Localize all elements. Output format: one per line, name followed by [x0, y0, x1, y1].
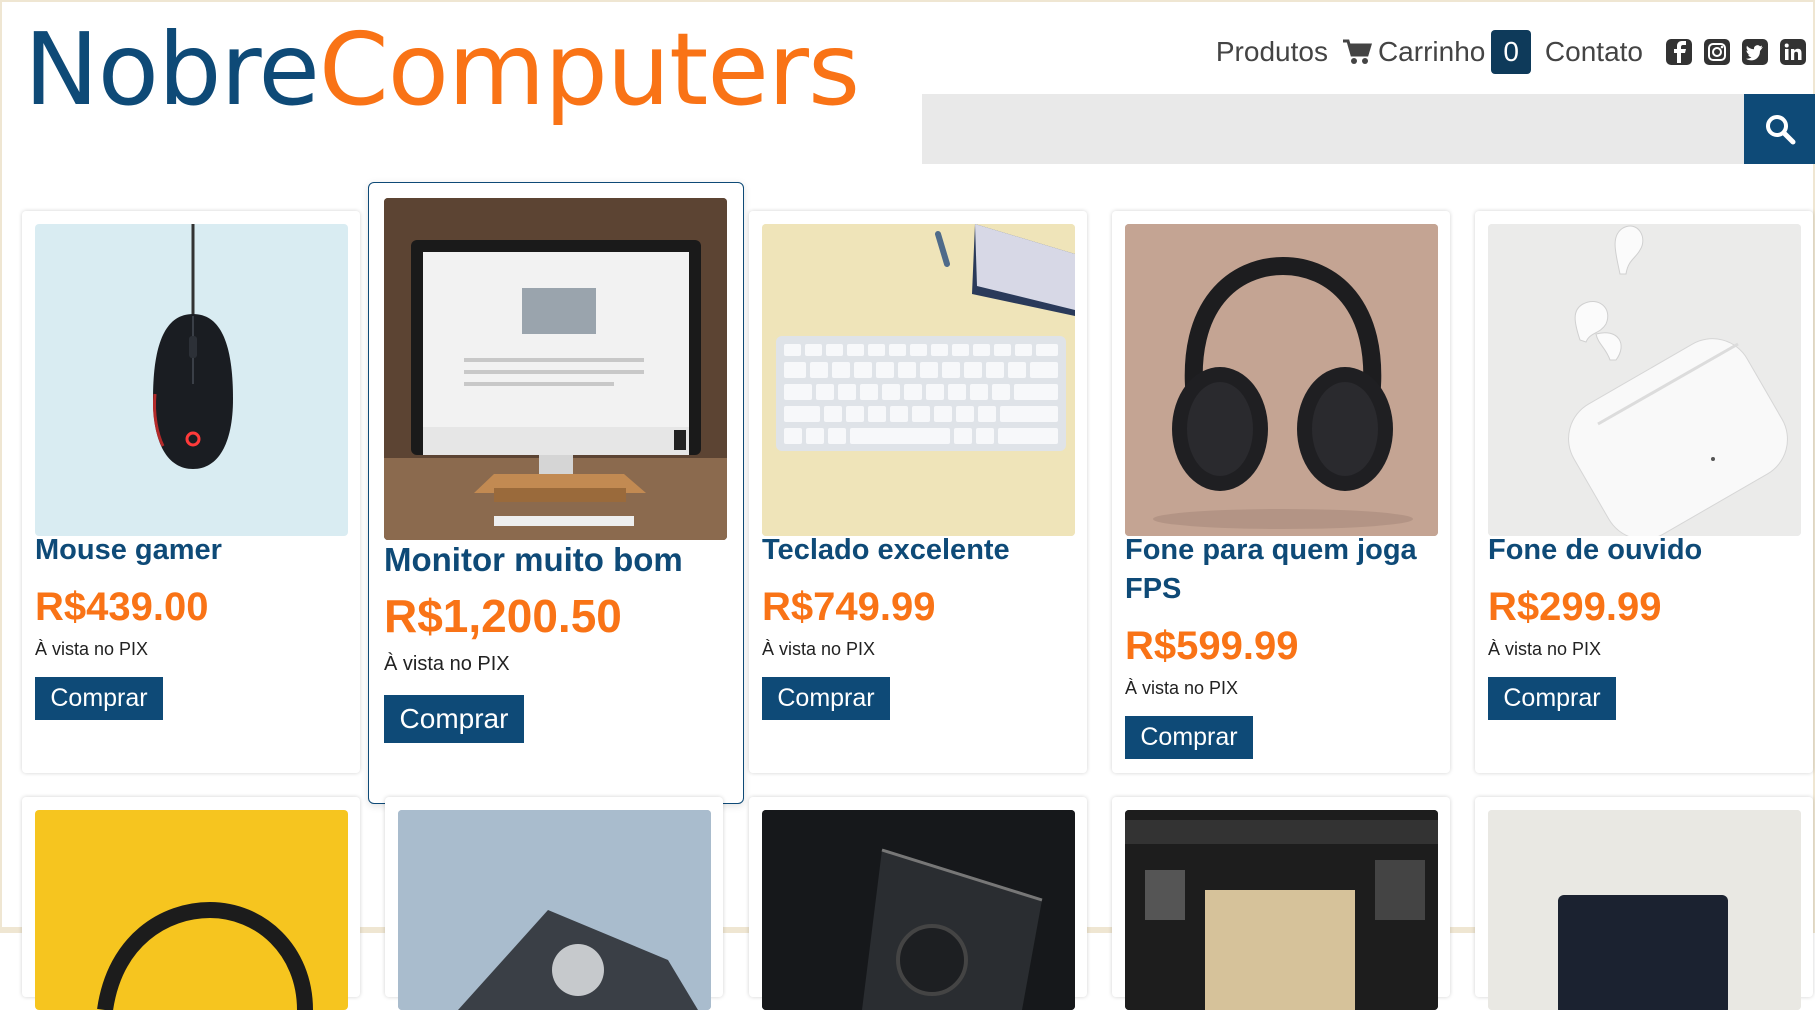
nav-products-link[interactable]: Produtos — [1216, 36, 1328, 68]
instagram-icon[interactable] — [1703, 38, 1731, 66]
product-image[interactable] — [1125, 810, 1438, 1010]
logo-part-computers: Computers — [318, 11, 860, 128]
nav-contact-link[interactable]: Contato — [1545, 36, 1643, 68]
search-button[interactable] — [1744, 94, 1815, 164]
product-name[interactable]: Fone de ouvido — [1488, 531, 1806, 570]
product-name[interactable]: Monitor muito bom — [384, 538, 734, 582]
payment-note: À vista no PIX — [1488, 639, 1602, 659]
payment-note: À vista no PIX — [1125, 678, 1239, 698]
product-card — [22, 797, 360, 1010]
product-price: R$439.00 — [35, 585, 209, 629]
product-image[interactable] — [762, 810, 1075, 1010]
buy-button[interactable]: Comprar — [384, 695, 524, 743]
search-input[interactable] — [922, 94, 1744, 164]
cart-icon — [1342, 38, 1372, 66]
twitter-icon[interactable] — [1741, 38, 1769, 66]
product-image-earbuds[interactable] — [1488, 224, 1801, 536]
facebook-icon[interactable] — [1665, 38, 1693, 66]
nav-cart-link[interactable]: Carrinho 0 — [1342, 30, 1531, 74]
linkedin-icon[interactable] — [1779, 38, 1807, 66]
product-card — [749, 797, 1087, 1010]
payment-note: À vista no PIX — [384, 653, 510, 675]
product-name[interactable]: Mouse gamer — [35, 531, 353, 570]
buy-button[interactable]: Comprar — [1488, 677, 1616, 720]
product-image-mouse[interactable] — [35, 224, 348, 536]
product-name[interactable]: Teclado excelente — [762, 531, 1080, 570]
buy-button[interactable]: Comprar — [762, 677, 890, 720]
buy-button[interactable]: Comprar — [1125, 716, 1253, 759]
cart-label: Carrinho — [1377, 36, 1486, 67]
product-image-headphones[interactable] — [1125, 224, 1438, 536]
product-card: Mouse gamer R$439.00 À vista no PIX Comp… — [22, 211, 360, 773]
top-nav: Produtos Carrinho 0 Contato — [1216, 30, 1807, 74]
product-price: R$599.99 — [1125, 624, 1299, 668]
logo-part-nobre: Nobre — [24, 11, 320, 128]
payment-note: À vista no PIX — [35, 639, 149, 659]
product-card — [385, 797, 723, 1010]
product-card: Teclado excelente R$749.99 À vista no PI… — [749, 211, 1087, 773]
product-image[interactable] — [35, 810, 348, 1010]
site-logo[interactable]: NobreComputers — [24, 20, 860, 120]
product-image[interactable] — [398, 810, 711, 1010]
product-image-monitor[interactable] — [384, 198, 727, 540]
product-card-featured: Monitor muito bom R$1,200.50 À vista no … — [368, 182, 744, 804]
buy-button[interactable]: Comprar — [35, 677, 163, 720]
product-price: R$1,200.50 — [384, 590, 622, 642]
cart-count-badge: 0 — [1491, 30, 1531, 74]
product-price: R$749.99 — [762, 585, 936, 629]
product-card — [1475, 797, 1813, 1010]
search-icon — [1764, 113, 1796, 145]
product-image-keyboard[interactable] — [762, 224, 1075, 536]
product-card — [1112, 797, 1450, 1010]
product-card: Fone de ouvido R$299.99 À vista no PIX C… — [1475, 211, 1813, 773]
product-card: Fone para quem joga FPS R$599.99 À vista… — [1112, 211, 1450, 773]
social-links — [1665, 38, 1807, 66]
payment-note: À vista no PIX — [762, 639, 876, 659]
product-name[interactable]: Fone para quem joga FPS — [1125, 531, 1443, 609]
product-image[interactable] — [1488, 810, 1801, 1010]
product-price: R$299.99 — [1488, 585, 1662, 629]
search-bar — [922, 94, 1815, 164]
